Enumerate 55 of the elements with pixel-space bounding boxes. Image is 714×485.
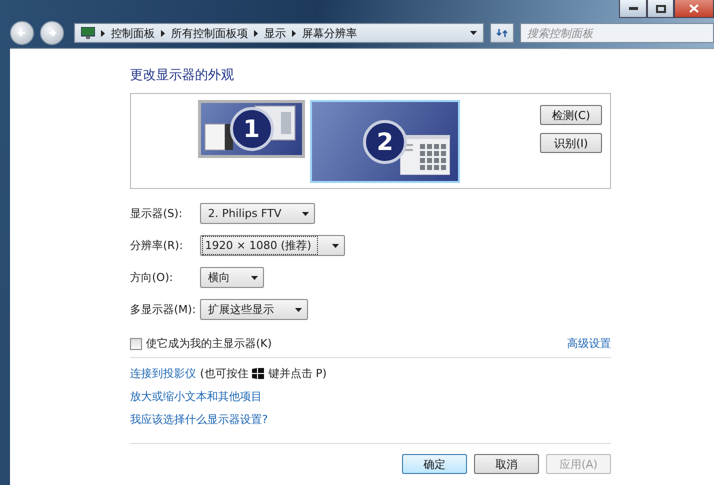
back-button[interactable] bbox=[10, 21, 34, 45]
side-button[interactable]: 识别(I) bbox=[540, 133, 602, 153]
setting-label: 分辨率(R): bbox=[130, 238, 184, 253]
section-heading: 更改显示器的外观 bbox=[130, 67, 235, 84]
dropdown[interactable]: 扩展这些显示 bbox=[200, 299, 308, 320]
close-icon bbox=[689, 4, 699, 13]
dropdown-arrow-icon bbox=[251, 276, 258, 280]
monitor[interactable]: 1 bbox=[198, 100, 305, 158]
back-arrow-icon bbox=[17, 28, 27, 38]
address-bar[interactable]: 控制面板 所有控制面板项 显示 屏幕分辨率 bbox=[74, 23, 484, 43]
setting-label: 显示器(S): bbox=[130, 206, 184, 221]
chevron-icon bbox=[161, 30, 165, 36]
dropdown-arrow-icon bbox=[302, 212, 310, 216]
dropdown-arrow-icon[interactable] bbox=[470, 31, 477, 35]
maximize-icon bbox=[656, 4, 666, 12]
forward-arrow-icon bbox=[47, 28, 57, 38]
maximize-button[interactable] bbox=[647, 0, 674, 18]
refresh-button[interactable] bbox=[490, 23, 514, 43]
setting-label: 多显示器(M): bbox=[130, 302, 197, 317]
minimize-button[interactable] bbox=[619, 0, 647, 18]
forward-button[interactable] bbox=[40, 21, 64, 45]
checkbox[interactable] bbox=[130, 338, 142, 350]
minimize-icon bbox=[628, 7, 638, 10]
breadcrumb[interactable]: 屏幕分辨率 bbox=[302, 26, 357, 40]
chevron-icon bbox=[254, 30, 258, 36]
projector-link[interactable]: 连接到投影仪 bbox=[130, 366, 196, 381]
hint-text: (也可按住 bbox=[200, 366, 248, 381]
breadcrumb[interactable]: 所有控制面板项 bbox=[171, 26, 248, 40]
dropdown-arrow-icon bbox=[295, 308, 302, 312]
advanced-settings-link[interactable]: 高级设置 bbox=[567, 336, 611, 351]
checkbox-label: 使它成为我的主显示器(K) bbox=[146, 336, 272, 351]
breadcrumb[interactable]: 显示 bbox=[264, 26, 286, 40]
window-thumbnail-icon bbox=[400, 135, 450, 175]
help-link[interactable]: 放大或缩小文本和其他项目 bbox=[130, 389, 611, 404]
monitor-number: 2 bbox=[363, 120, 407, 164]
dropdown[interactable]: 横向 bbox=[200, 267, 264, 288]
dropdown-arrow-icon bbox=[332, 244, 340, 248]
close-button[interactable] bbox=[674, 0, 714, 18]
dropdown[interactable]: 1920 × 1080 (推荐) bbox=[200, 235, 346, 256]
breadcrumb[interactable]: 控制面板 bbox=[111, 26, 155, 40]
dialog-button[interactable]: 取消 bbox=[474, 454, 539, 474]
chevron-icon bbox=[101, 30, 105, 36]
refresh-arrows-icon bbox=[496, 27, 508, 39]
search-field[interactable]: 搜索控制面板 bbox=[520, 23, 714, 43]
monitor-icon bbox=[81, 27, 95, 39]
help-link[interactable]: 我应该选择什么显示器设置? bbox=[130, 412, 611, 427]
monitor-number: 1 bbox=[230, 107, 274, 151]
chevron-icon bbox=[292, 30, 296, 36]
dialog-button[interactable]: 确定 bbox=[402, 454, 467, 474]
setting-label: 方向(O): bbox=[130, 270, 174, 285]
monitor[interactable]: 2 bbox=[310, 100, 460, 183]
windows-key-icon bbox=[252, 368, 264, 379]
hint-text: 键并点击 P) bbox=[268, 366, 327, 381]
dropdown[interactable]: 2. Philips FTV bbox=[200, 203, 316, 224]
side-button[interactable]: 检测(C) bbox=[540, 105, 602, 125]
